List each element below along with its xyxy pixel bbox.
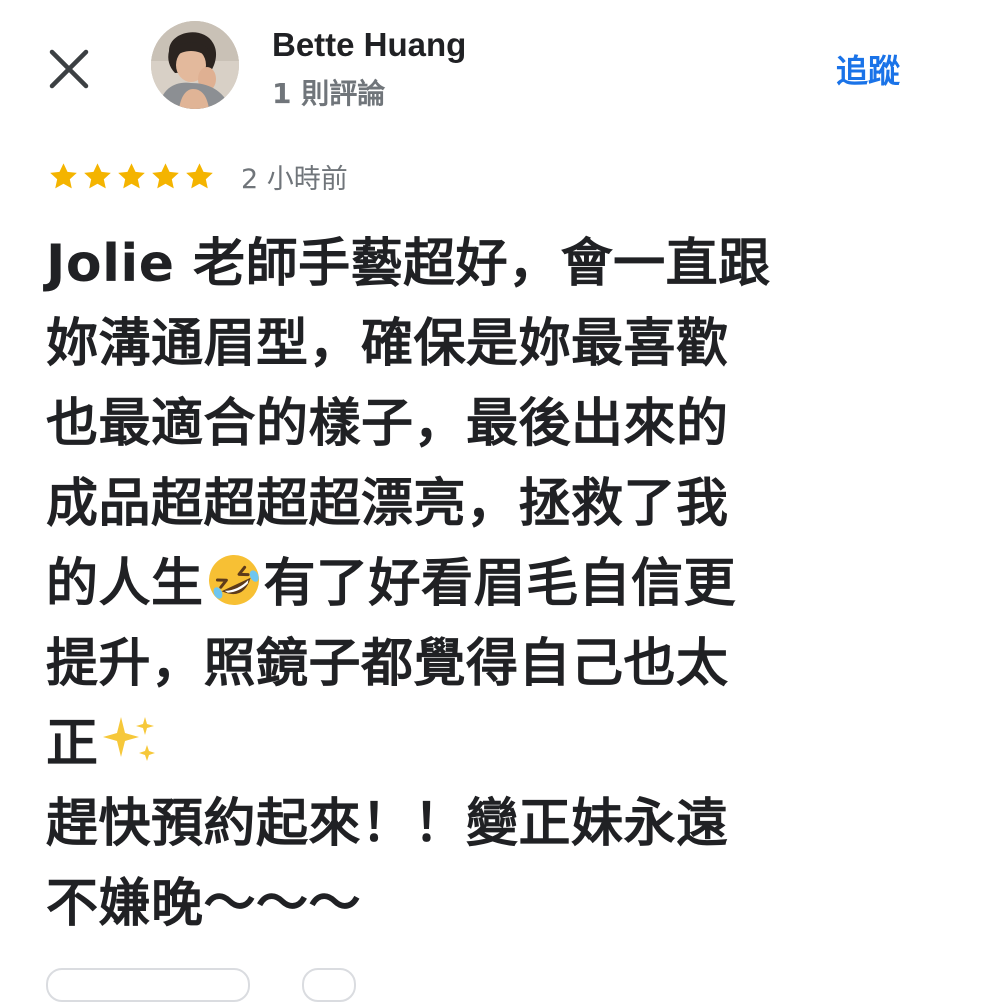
- reviewer-review-count: 1 則評論: [272, 77, 386, 110]
- review-line: 妳溝通眉型，確保是妳最喜歡: [46, 314, 729, 374]
- close-icon: [49, 49, 89, 89]
- review-line: 不嫌晚～～～: [46, 874, 362, 934]
- sparkles-emoji: [99, 709, 161, 792]
- avatar-photo: [151, 21, 239, 109]
- review-line: 成品超超超超漂亮，拯救了我: [46, 474, 729, 534]
- review-line-part: 的人生: [46, 554, 204, 614]
- star-icon: [186, 162, 213, 188]
- review-body: Jolie 老師手藝超好，會一直跟 妳溝通眉型，確保是妳最喜歡 也最適合的樣子，…: [46, 224, 926, 944]
- review-line: 提升，照鏡子都覺得自己也太: [46, 634, 729, 694]
- review-line-part: 正: [46, 714, 99, 774]
- rating-row: 2 小時前: [48, 156, 348, 196]
- follow-button[interactable]: 追蹤: [836, 46, 900, 92]
- close-button[interactable]: [44, 44, 94, 94]
- review-line: 趕快預約起來！！變正妹永遠: [46, 794, 729, 854]
- reviewer-name[interactable]: Bette Huang: [272, 26, 466, 64]
- reaction-chip[interactable]: [46, 968, 250, 1002]
- review-line-part: 有了好看眉毛自信更: [263, 554, 737, 614]
- rolling-on-floor-laughing-emoji: [204, 551, 264, 632]
- review-line: 正: [46, 704, 926, 784]
- avatar[interactable]: [151, 21, 239, 109]
- star-icon: [118, 162, 145, 188]
- review-line: 也最適合的樣子，最後出來的: [46, 394, 729, 454]
- reaction-chip[interactable]: [302, 968, 356, 1002]
- review-line: Jolie 老師手藝超好，會一直跟: [46, 234, 771, 294]
- star-icon: [50, 162, 77, 188]
- star-rating: [48, 161, 215, 192]
- star-icon: [84, 162, 111, 188]
- star-icon: [152, 162, 179, 188]
- review-line: 的人生 有了好看眉毛自信更: [46, 544, 926, 624]
- review-timestamp: 2 小時前: [241, 163, 348, 195]
